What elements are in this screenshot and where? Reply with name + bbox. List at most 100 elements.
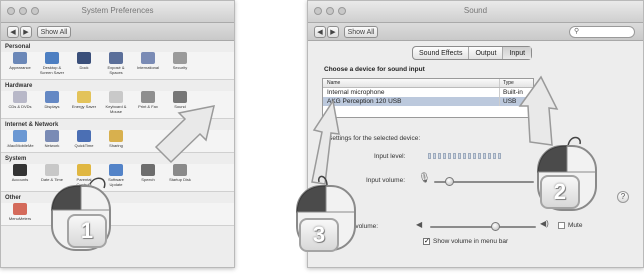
pane-icon xyxy=(13,91,27,103)
input-volume-label: Input volume: xyxy=(366,177,406,184)
input-volume-knob[interactable] xyxy=(444,177,454,186)
preference-pane[interactable]: Dock xyxy=(71,52,97,75)
microphone-icon: 🎙 xyxy=(418,173,431,184)
show-all-button[interactable]: Show All xyxy=(37,26,71,38)
step-badge: 3 xyxy=(299,218,339,252)
chevron-left-icon: ◀ xyxy=(10,29,16,36)
choose-device-label: Choose a device for sound input xyxy=(324,66,425,73)
search-icon: ⚲ xyxy=(574,28,580,35)
pane-row: Accounts Date & Time Parental Controls Soft… xyxy=(1,164,234,192)
preference-pane[interactable]: CDs & DVDs xyxy=(7,91,33,114)
pane-label: Security xyxy=(172,65,188,70)
pane-label: Appearance xyxy=(9,65,31,70)
preference-pane[interactable]: Speech xyxy=(135,164,161,187)
pane-row: CDs & DVDs Displays Energy Saver Keyboard &… xyxy=(1,91,234,119)
tab-input[interactable]: Input xyxy=(503,47,532,59)
system-preferences-window: System Preferences ◀ ▶ Show All Personal… xyxy=(0,0,235,268)
toolbar: ◀ ▶ Show All xyxy=(1,23,234,41)
forward-button[interactable]: ▶ xyxy=(20,26,32,38)
pane-icon xyxy=(45,52,59,64)
pane-label: Exposé & Spaces xyxy=(107,65,125,75)
pane-icon xyxy=(141,52,155,64)
input-level-label: Input level: xyxy=(374,153,406,160)
column-header-name[interactable]: Name xyxy=(323,80,499,86)
pane-label: Displays xyxy=(44,104,60,109)
preference-pane[interactable]: Sound xyxy=(167,91,193,114)
pane-icon xyxy=(45,130,59,142)
device-type: Built-in xyxy=(499,88,529,97)
preference-pane[interactable]: Desktop & Screen Saver xyxy=(39,52,65,75)
preference-pane[interactable]: International xyxy=(135,52,161,75)
window-title: System Preferences xyxy=(81,6,154,15)
pane-label: Accounts xyxy=(11,177,29,182)
pane-icon xyxy=(77,130,91,142)
preference-pane[interactable]: Appearance xyxy=(7,52,33,75)
device-list: Name Type Internal microphone Built-in A… xyxy=(322,78,534,118)
chevron-right-icon: ▶ xyxy=(330,29,336,36)
pane-icon xyxy=(77,52,91,64)
speaker-quiet-icon: ◀ xyxy=(416,220,423,229)
preference-pane[interactable]: QuickTime xyxy=(71,130,97,148)
pane-label: .Mac/MobileMe xyxy=(6,143,34,148)
show-volume-label: Show volume in menu bar xyxy=(433,238,509,245)
mute-label: Mute xyxy=(568,222,583,229)
pane-label: Network xyxy=(44,143,60,148)
pane-label: QuickTime xyxy=(74,143,94,148)
preference-pane[interactable]: Energy Saver xyxy=(71,91,97,114)
device-row[interactable]: Internal microphone Built-in xyxy=(323,88,533,97)
help-button[interactable]: ? xyxy=(617,191,629,203)
pane-icon xyxy=(173,164,187,176)
pane-label: Startup Disk xyxy=(169,177,191,182)
device-row-selected[interactable]: AKG Perception 120 USB USB xyxy=(323,97,533,106)
preference-pane[interactable]: Startup Disk xyxy=(167,164,193,187)
search-input[interactable]: ⚲ xyxy=(569,26,635,38)
preference-pane[interactable]: Keyboard & Mouse xyxy=(103,91,129,114)
device-name: Internal microphone xyxy=(327,89,385,96)
pane-icon xyxy=(13,130,27,142)
pane-icon xyxy=(13,164,27,176)
tab-output[interactable]: Output xyxy=(469,47,504,59)
pane-label: Keyboard & Mouse xyxy=(105,104,127,114)
step-badge: 1 xyxy=(67,214,107,248)
device-list-header: Name Type xyxy=(323,79,533,88)
output-volume-slider[interactable] xyxy=(430,226,536,228)
pane-row: Appearance Desktop & Screen Saver Dock Expo… xyxy=(1,52,234,80)
sound-tabs: Sound Effects Output Input xyxy=(412,46,533,60)
pane-icon xyxy=(109,130,123,142)
preference-pane[interactable]: Network xyxy=(39,130,65,148)
pane-label: Print & Fax xyxy=(138,104,158,109)
preference-pane[interactable]: Displays xyxy=(39,91,65,114)
column-header-type[interactable]: Type xyxy=(499,79,529,87)
show-volume-checkbox[interactable]: ✓ xyxy=(423,238,430,245)
preference-pane[interactable]: Sharing xyxy=(103,130,129,148)
tab-sound-effects[interactable]: Sound Effects xyxy=(413,47,470,59)
step-badge: 2 xyxy=(540,175,580,209)
back-button[interactable]: ◀ xyxy=(7,26,19,38)
show-all-button[interactable]: Show All xyxy=(344,26,378,38)
pane-label: Sound xyxy=(174,104,186,109)
preference-pane[interactable]: MenuMeters xyxy=(7,203,33,221)
back-button[interactable]: ◀ xyxy=(314,26,326,38)
section-title: Personal xyxy=(5,44,31,50)
pane-label: Speech xyxy=(141,177,155,182)
pane-icon xyxy=(77,91,91,103)
device-type: USB xyxy=(499,97,529,106)
preference-pane[interactable]: Print & Fax xyxy=(135,91,161,114)
pane-icon xyxy=(141,91,155,103)
preference-pane[interactable]: Accounts xyxy=(7,164,33,187)
preference-pane[interactable]: .Mac/MobileMe xyxy=(6,130,34,148)
checkmark-icon: ✓ xyxy=(424,238,430,245)
preference-pane[interactable]: Security xyxy=(167,52,193,75)
pane-row: MenuMeters xyxy=(1,203,234,226)
pane-icon xyxy=(173,52,187,64)
section-title: Internet & Network xyxy=(5,122,59,128)
device-name: AKG Perception 120 USB xyxy=(327,98,402,105)
pane-label: Dock xyxy=(79,65,89,70)
mute-checkbox[interactable] xyxy=(558,222,565,229)
forward-button[interactable]: ▶ xyxy=(327,26,339,38)
section-title: System xyxy=(5,156,27,162)
section-title: Hardware xyxy=(5,83,33,89)
preference-pane[interactable]: Exposé & Spaces xyxy=(103,52,129,75)
output-volume-knob[interactable] xyxy=(491,222,501,231)
speaker-loud-icon: ◀) xyxy=(540,219,549,228)
